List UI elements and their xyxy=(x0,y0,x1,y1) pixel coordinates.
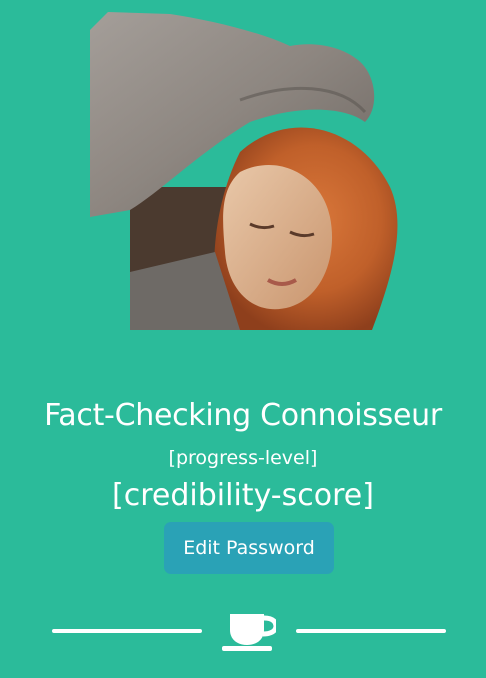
credibility-score: [credibility-score] xyxy=(112,478,374,513)
edit-password-button[interactable]: Edit Password xyxy=(164,522,334,574)
coffee-cup-icon xyxy=(222,614,276,651)
progress-level: [progress-level] xyxy=(168,447,318,469)
divider-left xyxy=(52,629,202,633)
avatar xyxy=(90,12,398,330)
divider-right xyxy=(296,629,446,633)
profile-title: Fact-Checking Connoisseur xyxy=(44,398,442,433)
